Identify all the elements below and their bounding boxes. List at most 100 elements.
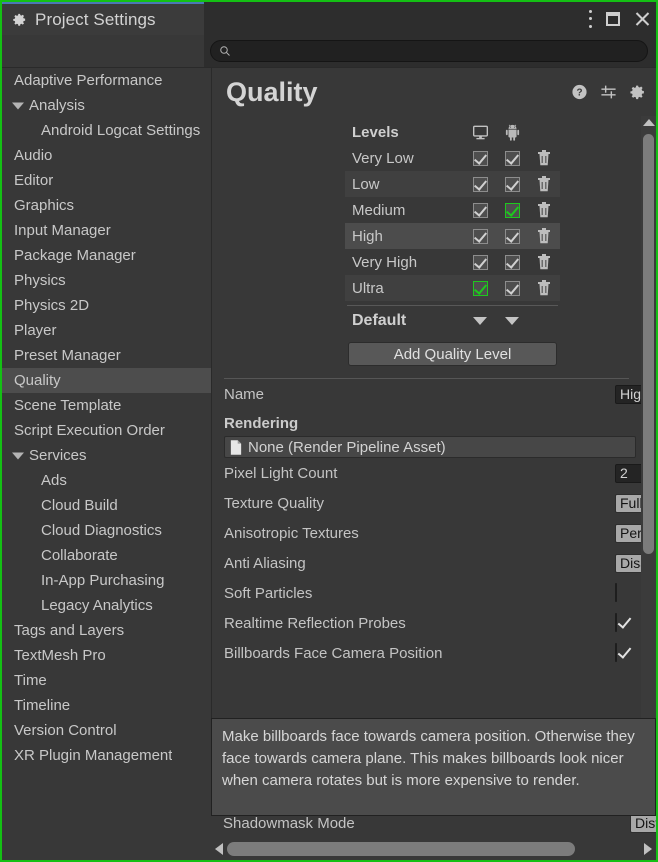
level-delete-cell[interactable]: [528, 150, 560, 166]
level-desktop-checkbox[interactable]: [473, 203, 488, 218]
sidebar-item-input-manager[interactable]: Input Manager: [2, 218, 211, 243]
sidebar-item-services[interactable]: Services: [2, 443, 211, 468]
sidebar-item-player[interactable]: Player: [2, 318, 211, 343]
trash-icon[interactable]: [537, 150, 551, 166]
level-android-checkbox[interactable]: [505, 151, 520, 166]
level-desktop-checkbox[interactable]: [473, 177, 488, 192]
window-controls: [588, 2, 650, 35]
sidebar-item-graphics[interactable]: Graphics: [2, 193, 211, 218]
level-delete-cell[interactable]: [528, 202, 560, 218]
level-delete-cell[interactable]: [528, 254, 560, 270]
sidebar-item-analysis[interactable]: Analysis: [2, 93, 211, 118]
help-icon[interactable]: ?: [571, 84, 588, 101]
property-label: Billboards Face Camera Position: [224, 645, 615, 662]
sidebar-item-editor[interactable]: Editor: [2, 168, 211, 193]
tab-project-settings[interactable]: Project Settings: [2, 2, 204, 35]
maximize-icon[interactable]: [606, 12, 620, 26]
scroll-up-arrow-icon[interactable]: [643, 119, 655, 126]
sidebar-item-audio[interactable]: Audio: [2, 143, 211, 168]
level-row[interactable]: Medium: [345, 197, 560, 223]
level-row[interactable]: Very High: [345, 249, 560, 275]
scroll-left-arrow-icon[interactable]: [215, 843, 223, 855]
sidebar-item-quality[interactable]: Quality: [2, 368, 211, 393]
sidebar-item-legacy-analytics[interactable]: Legacy Analytics: [2, 593, 211, 618]
sidebar-item-scene-template[interactable]: Scene Template: [2, 393, 211, 418]
sidebar-item-ads[interactable]: Ads: [2, 468, 211, 493]
name-value-wrap: High: [615, 385, 641, 404]
trash-icon[interactable]: [537, 176, 551, 192]
settings-sidebar[interactable]: Adaptive PerformanceAnalysisAndroid Logc…: [2, 67, 211, 860]
sidebar-item-time[interactable]: Time: [2, 668, 211, 693]
sidebar-item-cloud-diagnostics[interactable]: Cloud Diagnostics: [2, 518, 211, 543]
settings-gear-icon[interactable]: [629, 84, 646, 101]
sidebar-item-timeline[interactable]: Timeline: [2, 693, 211, 718]
property-checkbox[interactable]: [615, 613, 617, 632]
sidebar-item-physics[interactable]: Physics: [2, 268, 211, 293]
property-checkbox[interactable]: [615, 643, 617, 662]
property-dropdown[interactable]: Per Texture: [615, 524, 641, 543]
trash-icon[interactable]: [537, 280, 551, 296]
level-android-checkbox-cell: [496, 255, 528, 270]
scroll-right-arrow-icon[interactable]: [644, 843, 652, 855]
sidebar-item-tags-and-layers[interactable]: Tags and Layers: [2, 618, 211, 643]
search-input[interactable]: [236, 41, 647, 61]
default-android-dropdown[interactable]: [496, 317, 528, 325]
level-desktop-checkbox[interactable]: [473, 151, 488, 166]
level-desktop-checkbox[interactable]: [473, 281, 488, 296]
sidebar-item-collaborate[interactable]: Collaborate: [2, 543, 211, 568]
rendering-section-header: Rendering: [212, 409, 641, 436]
more-options-icon[interactable]: [588, 10, 592, 28]
property-dropdown[interactable]: Full Res: [615, 494, 641, 513]
horizontal-scrollbar[interactable]: [211, 838, 656, 860]
render-pipeline-asset-field[interactable]: None (Render Pipeline Asset): [224, 436, 636, 458]
shadowmask-mode-dropdown[interactable]: Distance Shadowmask: [630, 814, 656, 833]
default-desktop-dropdown[interactable]: [464, 317, 496, 325]
preset-icon[interactable]: [600, 84, 617, 101]
property-value-wrap: 2: [615, 464, 641, 483]
horizontal-scrollbar-track[interactable]: [227, 842, 640, 856]
vertical-scrollbar-thumb[interactable]: [643, 134, 654, 554]
sidebar-item-android-logcat-settings[interactable]: Android Logcat Settings: [2, 118, 211, 143]
chevron-down-icon[interactable]: [12, 452, 24, 459]
sidebar-item-in-app-purchasing[interactable]: In-App Purchasing: [2, 568, 211, 593]
level-android-checkbox[interactable]: [505, 177, 520, 192]
property-row: Texture QualityFull Res: [212, 488, 641, 518]
trash-icon[interactable]: [537, 228, 551, 244]
trash-icon[interactable]: [537, 254, 551, 270]
level-row[interactable]: Ultra: [345, 275, 560, 301]
level-android-checkbox-cell: [496, 203, 528, 218]
level-delete-cell[interactable]: [528, 176, 560, 192]
level-row[interactable]: Very Low: [345, 145, 560, 171]
level-delete-cell[interactable]: [528, 280, 560, 296]
level-android-checkbox[interactable]: [505, 255, 520, 270]
close-icon[interactable]: [634, 11, 650, 27]
trash-icon[interactable]: [537, 202, 551, 218]
sidebar-item-preset-manager[interactable]: Preset Manager: [2, 343, 211, 368]
sidebar-item-textmesh-pro[interactable]: TextMesh Pro: [2, 643, 211, 668]
quality-levels-table: Levels: [345, 116, 560, 336]
level-delete-cell[interactable]: [528, 228, 560, 244]
level-android-checkbox[interactable]: [505, 229, 520, 244]
sidebar-item-xr-plugin-management[interactable]: XR Plugin Management: [2, 743, 211, 768]
sidebar-item-script-execution-order[interactable]: Script Execution Order: [2, 418, 211, 443]
sidebar-item-adaptive-performance[interactable]: Adaptive Performance: [2, 68, 211, 93]
sidebar-item-label: Package Manager: [14, 247, 136, 264]
add-quality-level-button[interactable]: Add Quality Level: [348, 342, 557, 366]
sidebar-item-version-control[interactable]: Version Control: [2, 718, 211, 743]
level-desktop-checkbox[interactable]: [473, 255, 488, 270]
sidebar-item-package-manager[interactable]: Package Manager: [2, 243, 211, 268]
level-desktop-checkbox[interactable]: [473, 229, 488, 244]
property-dropdown[interactable]: Disabled: [615, 554, 641, 573]
level-row[interactable]: High: [345, 223, 560, 249]
level-android-checkbox[interactable]: [505, 281, 520, 296]
sidebar-item-physics-2d[interactable]: Physics 2D: [2, 293, 211, 318]
property-number-input[interactable]: 2: [615, 464, 641, 483]
sidebar-item-cloud-build[interactable]: Cloud Build: [2, 493, 211, 518]
level-android-checkbox[interactable]: [505, 203, 520, 218]
property-checkbox[interactable]: [615, 583, 617, 602]
search-field-container[interactable]: [210, 40, 648, 62]
chevron-down-icon[interactable]: [12, 102, 24, 109]
name-input[interactable]: High: [615, 385, 641, 404]
horizontal-scrollbar-thumb[interactable]: [227, 842, 575, 856]
level-row[interactable]: Low: [345, 171, 560, 197]
